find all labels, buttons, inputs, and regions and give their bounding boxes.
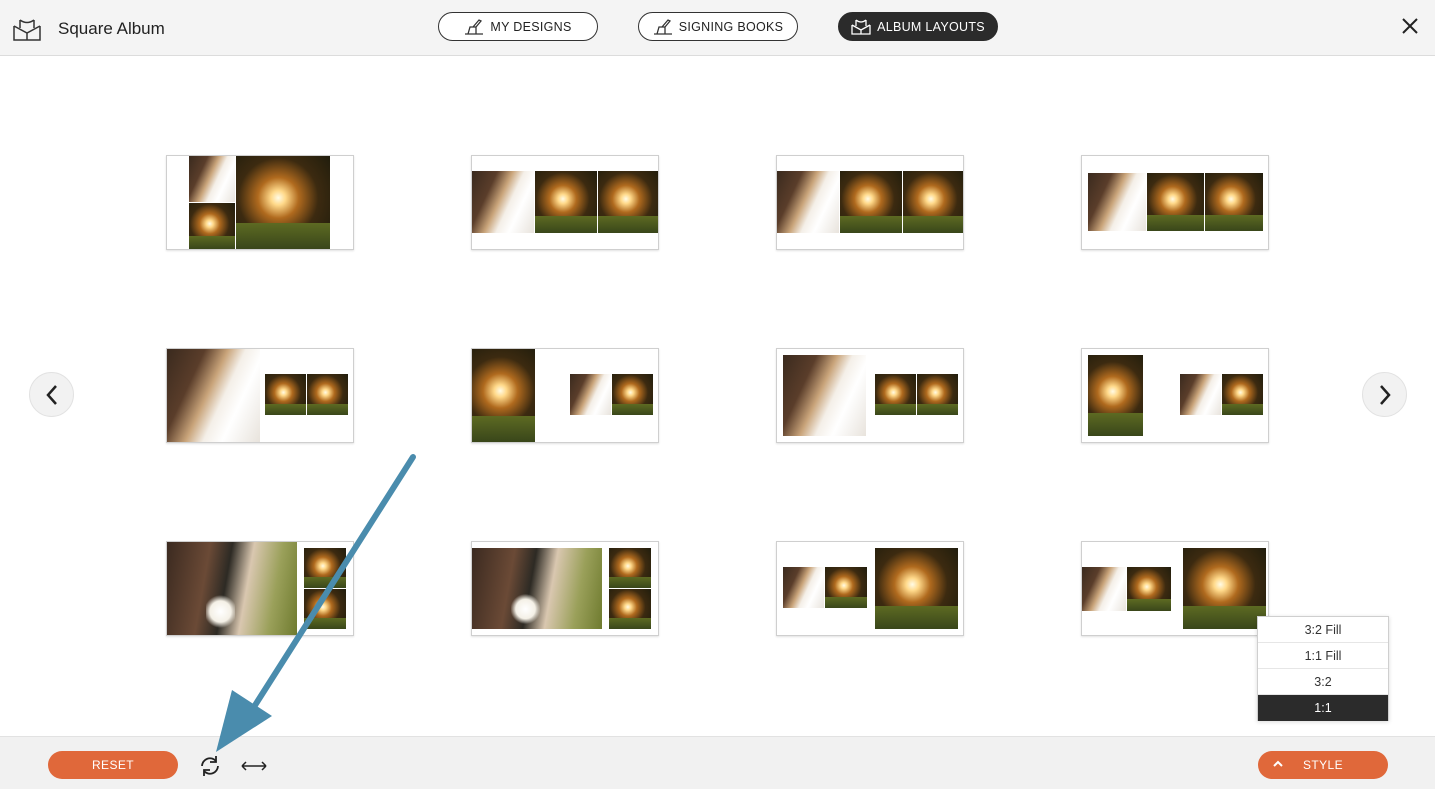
style-option-1-1-fill[interactable]: 1:1 Fill [1258,643,1388,669]
style-option-3-2[interactable]: 3:2 [1258,669,1388,695]
layout-photo [472,349,535,442]
nav-album-layouts-label: ALBUM LAYOUTS [877,19,985,34]
hand-pen-icon [653,18,672,35]
layout-photo [304,548,346,588]
layout-photo [1082,567,1126,611]
reset-button[interactable]: RESET [48,751,178,779]
layout-photo [1088,173,1146,231]
bottom-toolbar: RESET STYLE [0,736,1435,789]
layout-photo [612,374,653,415]
layout-photo [1183,548,1266,629]
layout-photo [825,567,867,608]
style-option-1-1[interactable]: 1:1 [1258,695,1388,721]
nav-signing-books-button[interactable]: SIGNING BOOKS [638,12,798,41]
layout-photo [609,589,651,629]
layout-photo [307,374,348,415]
layout-photo [1205,173,1263,231]
layout-photo [1222,374,1263,415]
layout-photo [167,349,260,442]
layout-photo [304,589,346,629]
layout-photo [236,156,330,249]
layout-thumbnail[interactable] [1081,155,1269,250]
style-option-3-2-fill[interactable]: 3:2 Fill [1258,617,1388,643]
album-logo-icon [851,18,871,35]
style-button[interactable]: STYLE [1258,751,1388,779]
layout-photo [598,171,658,233]
layout-photo [1147,173,1204,231]
layout-photo [265,374,306,415]
layout-photo [783,567,824,608]
layout-photo [1127,567,1171,611]
layout-thumbnail[interactable] [471,541,659,636]
layout-photo [840,171,902,233]
style-dropdown-menu: 3:2 Fill 1:1 Fill 3:2 1:1 [1257,616,1389,721]
layout-photo [903,171,963,233]
nav-my-designs-label: MY DESIGNS [490,19,572,34]
next-page-button[interactable] [1362,372,1407,417]
layout-photo [777,171,839,233]
hand-pen-icon [465,18,484,35]
layout-photo [189,203,235,249]
nav-album-layouts-button[interactable]: ALBUM LAYOUTS [838,12,998,41]
layout-thumbnail[interactable] [1081,541,1269,636]
layout-thumbnail[interactable] [471,155,659,250]
chevron-left-icon [45,384,57,405]
layout-thumbnail[interactable] [166,155,354,250]
layout-photo [609,548,651,588]
previous-page-button[interactable] [29,372,74,417]
layout-thumbnail[interactable] [776,348,964,443]
header-bar: Square Album MY DESIGNS SIGNING BOOKS AL… [0,0,1435,56]
layout-thumbnail[interactable] [471,348,659,443]
layout-thumbnail[interactable] [166,541,354,636]
layout-thumbnail[interactable] [776,541,964,636]
rotate-icon[interactable] [198,754,222,778]
layout-photo [167,542,297,635]
layout-photo [875,374,916,415]
layout-thumbnail[interactable] [776,155,964,250]
nav-my-designs-button[interactable]: MY DESIGNS [438,12,598,41]
layout-photo [570,374,611,415]
swap-horizontal-icon[interactable] [240,757,268,775]
layout-photo [189,156,235,202]
chevron-right-icon [1379,384,1391,405]
layout-photo [783,355,866,436]
close-icon[interactable] [1399,15,1421,37]
nav-signing-books-label: SIGNING BOOKS [678,19,784,34]
layout-photo [917,374,958,415]
layout-photo [535,171,597,233]
layout-photo [1180,374,1221,415]
layout-thumbnail[interactable] [166,348,354,443]
album-logo-icon [13,19,41,41]
app-title: Square Album [58,19,165,38]
style-button-label: STYLE [1302,758,1343,772]
layout-photo [1088,355,1143,436]
chevron-up-icon [1273,760,1283,767]
layout-photo [472,548,602,629]
layout-photo [875,548,958,629]
layout-photo [472,171,534,233]
layout-thumbnail[interactable] [1081,348,1269,443]
